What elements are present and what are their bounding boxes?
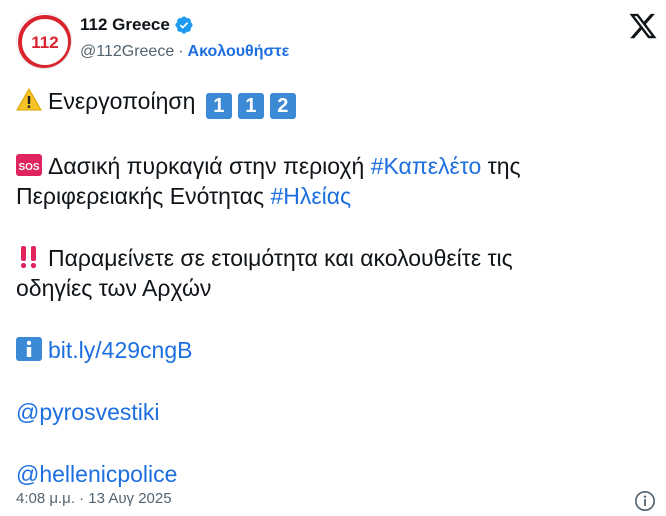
digit-2-icon: 2 xyxy=(269,93,296,119)
tweet-body: Ενεργοποίηση 112 SOS Δασική πυρκαγιά στη… xyxy=(16,86,636,489)
digit-1-icon: 1 xyxy=(237,93,264,119)
hashtag-kapeleto[interactable]: #Καπελέτο xyxy=(371,153,482,179)
author-handle[interactable]: @112Greece xyxy=(80,43,174,61)
line-mention-2: @hellenicpolice xyxy=(16,459,636,489)
avatar-logo-icon: 112 xyxy=(18,15,71,68)
line-alert: Παραμείνετε σε ετοιμότητα και ακολουθείτ… xyxy=(16,243,636,273)
avatar[interactable]: 112 xyxy=(16,13,72,69)
warning-icon xyxy=(16,87,42,111)
author-name-row: 112 Greece xyxy=(80,15,194,35)
line-alert-2: οδηγίες των Αρχών xyxy=(16,273,636,303)
sos-icon: SOS xyxy=(16,154,42,176)
info-icon[interactable] xyxy=(634,490,656,512)
author-name[interactable]: 112 Greece xyxy=(80,15,170,35)
region-text: Περιφερειακής Ενότητας xyxy=(16,183,265,209)
line-region: Περιφερειακής Ενότητας #Ηλείας xyxy=(16,181,636,211)
alert-text-continued: οδηγίες των Αρχών xyxy=(16,275,212,301)
alert-text: Παραμείνετε σε ετοιμότητα και ακολουθείτ… xyxy=(48,245,513,271)
line-fire: SOS Δασική πυρκαγιά στην περιοχή #Καπελέ… xyxy=(16,151,636,181)
line-activation: Ενεργοποίηση 112 xyxy=(16,86,636,119)
svg-text:SOS: SOS xyxy=(18,162,39,173)
mention-pyrosvestiki[interactable]: @pyrosvestiki xyxy=(16,399,160,425)
timestamp[interactable]: 4:08 μ.μ. · 13 Αυγ 2025 xyxy=(16,490,172,507)
avatar-text: 112 xyxy=(31,33,58,52)
line-mention-1: @pyrosvestiki xyxy=(16,397,636,427)
author-handle-row: @112Greece · Ακολουθήστε xyxy=(80,43,289,61)
follow-button[interactable]: Ακολουθήστε xyxy=(188,43,290,61)
x-logo-icon[interactable] xyxy=(628,11,658,41)
activation-text: Ενεργοποίηση xyxy=(48,88,196,114)
mention-hellenicpolice[interactable]: @hellenicpolice xyxy=(16,461,177,487)
line-link: bit.ly/429cngB xyxy=(16,335,636,365)
hashtag-ileias[interactable]: #Ηλείας xyxy=(270,183,351,209)
short-link[interactable]: bit.ly/429cngB xyxy=(48,337,192,363)
separator-dot: · xyxy=(178,43,184,60)
digit-1-icon: 1 xyxy=(205,93,232,119)
double-exclamation-icon xyxy=(20,246,37,269)
verified-badge-icon xyxy=(175,16,193,34)
fire-text: Δασική πυρκαγιά στην περιοχή xyxy=(48,153,365,179)
fire-text-continued: της xyxy=(487,153,521,179)
info-emoji-icon xyxy=(16,337,42,361)
